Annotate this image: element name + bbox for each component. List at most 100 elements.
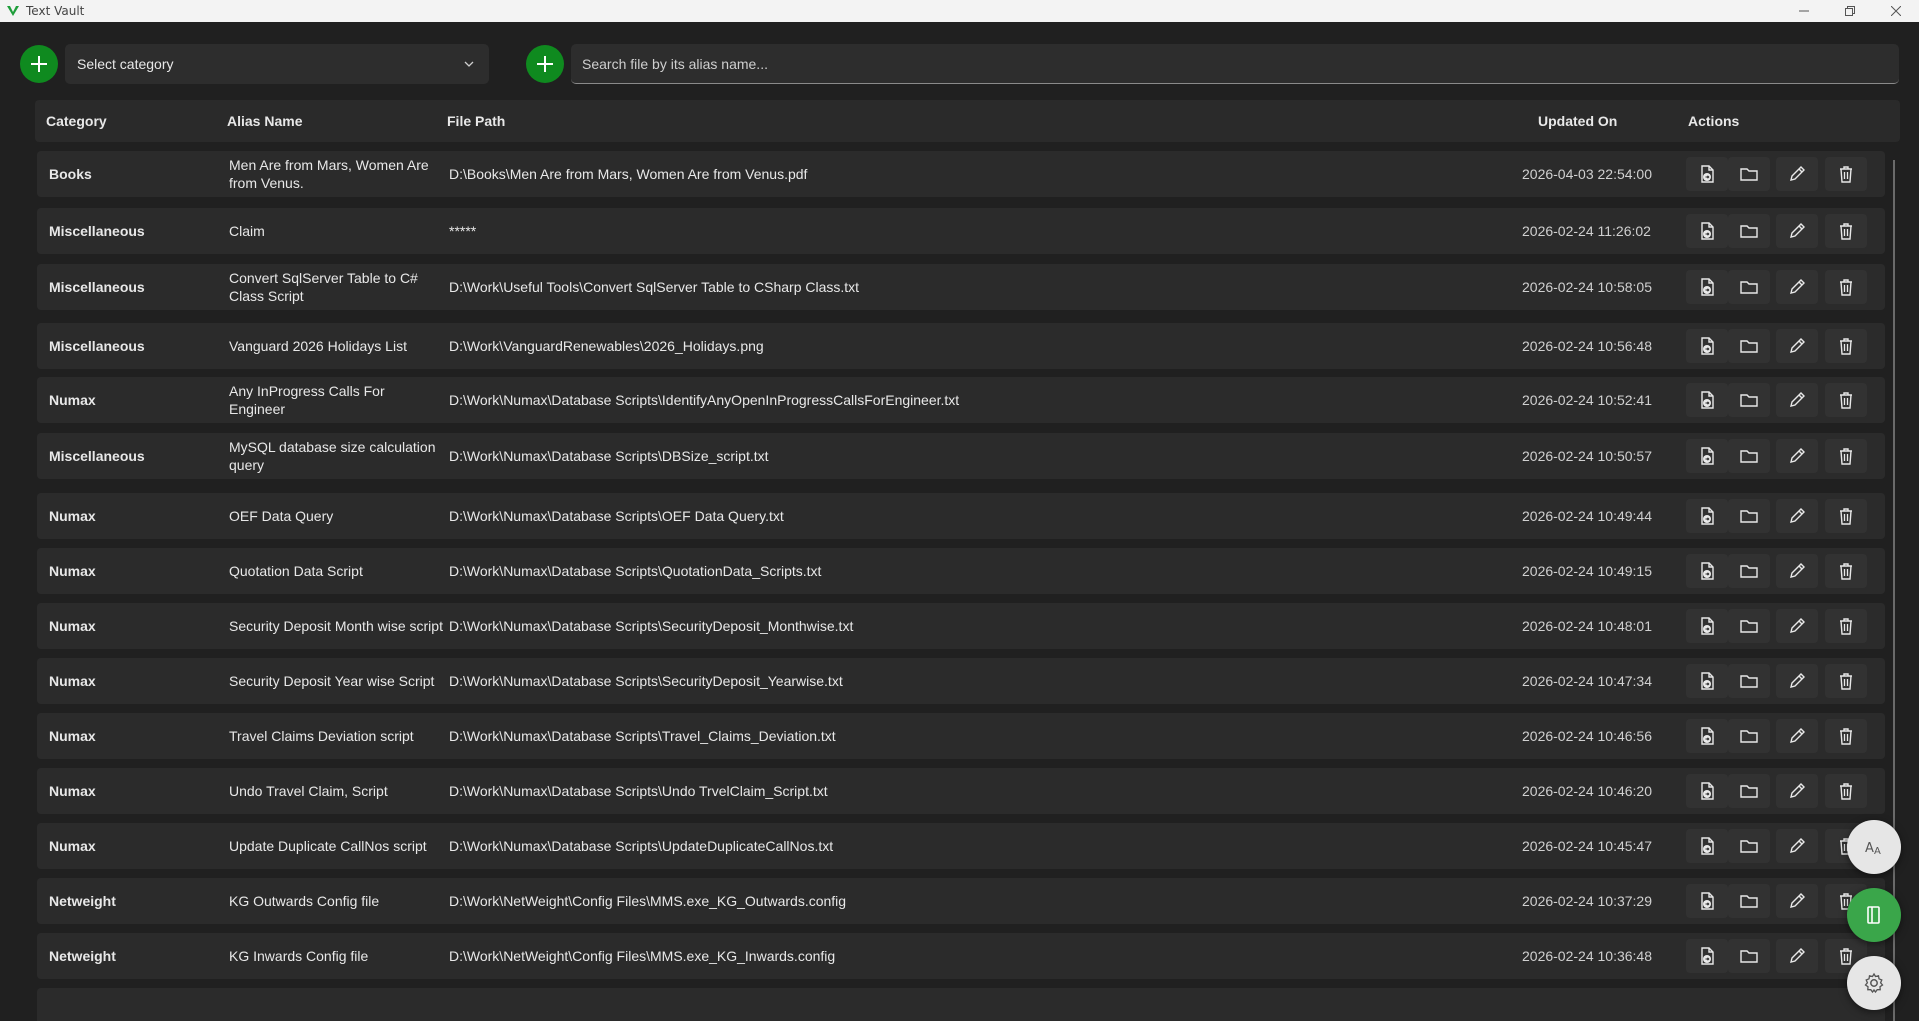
table-row[interactable]: Numax Undo Travel Claim, Script D:\Work\Nu…: [37, 768, 1885, 814]
open-folder-button[interactable]: [1728, 774, 1770, 808]
open-file-button[interactable]: [1686, 270, 1728, 304]
open-folder-icon: [1740, 394, 1758, 407]
category-select[interactable]: Select category: [65, 44, 489, 84]
header-updated-on: Updated On: [1538, 113, 1618, 129]
edit-button[interactable]: [1776, 270, 1818, 304]
open-file-button[interactable]: [1686, 884, 1728, 918]
open-file-button[interactable]: [1686, 439, 1728, 473]
edit-button[interactable]: [1776, 499, 1818, 533]
open-file-button[interactable]: [1686, 383, 1728, 417]
table-row[interactable]: Numax Security Deposit Year wise Script D:…: [37, 658, 1885, 704]
edit-button[interactable]: [1776, 383, 1818, 417]
open-file-button[interactable]: [1686, 719, 1728, 753]
edit-button[interactable]: [1776, 157, 1818, 191]
open-folder-button[interactable]: [1728, 884, 1770, 918]
delete-button[interactable]: [1825, 609, 1867, 643]
export-button[interactable]: [1847, 888, 1901, 942]
row-updated-on: 2026-02-24 10:37:29: [1522, 893, 1652, 909]
table-row[interactable]: Numax Security Deposit Month wise script D…: [37, 603, 1885, 649]
table-row[interactable]: Netweight KG Outwards Config file D:\Work\…: [37, 878, 1885, 924]
row-file-path: D:\Work\NetWeight\Config Files\MMS.exe_K…: [449, 948, 836, 964]
open-file-button[interactable]: [1686, 829, 1728, 863]
open-file-button[interactable]: [1686, 214, 1728, 248]
open-file-button[interactable]: [1686, 499, 1728, 533]
open-file-button[interactable]: [1686, 329, 1728, 363]
row-alias-name: Convert SqlServer Table to C# Class Scri…: [229, 270, 418, 304]
minimize-button[interactable]: [1781, 0, 1827, 22]
open-file-button[interactable]: [1686, 664, 1728, 698]
edit-button[interactable]: [1776, 829, 1818, 863]
row-category: Miscellaneous: [49, 448, 145, 464]
open-folder-button[interactable]: [1728, 664, 1770, 698]
open-folder-button[interactable]: [1728, 609, 1770, 643]
edit-button[interactable]: [1776, 329, 1818, 363]
edit-button[interactable]: [1776, 214, 1818, 248]
open-folder-button[interactable]: [1728, 719, 1770, 753]
delete-button[interactable]: [1825, 774, 1867, 808]
table-row[interactable]: Numax OEF Data Query D:\Work\Numax\Databas…: [37, 493, 1885, 539]
row-alias-name: Security Deposit Month wise script: [229, 618, 443, 634]
delete-icon: [1840, 563, 1852, 580]
open-folder-button[interactable]: [1728, 554, 1770, 588]
open-folder-button[interactable]: [1728, 329, 1770, 363]
open-file-button[interactable]: [1686, 774, 1728, 808]
open-folder-button[interactable]: [1728, 214, 1770, 248]
restore-button[interactable]: [1827, 0, 1873, 22]
open-folder-button[interactable]: [1728, 439, 1770, 473]
edit-button[interactable]: [1776, 884, 1818, 918]
row-alias-name: Security Deposit Year wise Script: [229, 673, 435, 689]
open-folder-button[interactable]: [1728, 499, 1770, 533]
delete-button[interactable]: [1825, 270, 1867, 304]
open-folder-button[interactable]: [1728, 270, 1770, 304]
table-row[interactable]: Numax Quotation Data Script D:\Work\Numax\…: [37, 548, 1885, 594]
table-row[interactable]: Miscellaneous Claim ***** 2026-02-24 11:26:…: [37, 208, 1885, 254]
delete-button[interactable]: [1825, 719, 1867, 753]
edit-button[interactable]: [1776, 664, 1818, 698]
table-row[interactable]: Miscellaneous Vanguard 2026 Holidays List…: [37, 323, 1885, 369]
close-button[interactable]: [1873, 0, 1919, 22]
row-updated-on: 2026-02-24 10:36:48: [1522, 948, 1652, 964]
add-category-button[interactable]: [20, 45, 58, 83]
open-file-button[interactable]: [1686, 554, 1728, 588]
delete-button[interactable]: [1825, 157, 1867, 191]
edit-button[interactable]: [1776, 609, 1818, 643]
table-row[interactable]: Miscellaneous MySQL database size calcula…: [37, 433, 1885, 479]
edit-button[interactable]: [1776, 719, 1818, 753]
table-row[interactable]: [37, 988, 1885, 1021]
delete-button[interactable]: [1825, 664, 1867, 698]
edit-button[interactable]: [1776, 439, 1818, 473]
delete-button[interactable]: [1825, 499, 1867, 533]
open-folder-button[interactable]: [1728, 383, 1770, 417]
table-row[interactable]: Numax Update Duplicate CallNos script D:\W…: [37, 823, 1885, 869]
table-row[interactable]: Netweight KG Inwards Config file D:\Work\N…: [37, 933, 1885, 979]
edit-button[interactable]: [1776, 774, 1818, 808]
delete-button[interactable]: [1825, 383, 1867, 417]
title-bar: Text Vault: [0, 0, 1919, 22]
open-folder-button[interactable]: [1728, 939, 1770, 973]
row-updated-on: 2026-02-24 10:45:47: [1522, 838, 1652, 854]
delete-button[interactable]: [1825, 439, 1867, 473]
table-row[interactable]: Books Men Are from Mars, Women Are from V…: [37, 151, 1885, 197]
table-row[interactable]: Numax Travel Claims Deviation script D:\Wo…: [37, 713, 1885, 759]
open-file-button[interactable]: [1686, 157, 1728, 191]
delete-button[interactable]: [1825, 329, 1867, 363]
row-category: Numax: [49, 673, 96, 689]
font-size-button[interactable]: A A: [1847, 820, 1901, 874]
edit-icon: [1790, 673, 1805, 688]
edit-icon: [1790, 618, 1805, 633]
add-file-button[interactable]: [526, 45, 564, 83]
table-row[interactable]: Miscellaneous Convert SqlServer Table to …: [37, 264, 1885, 310]
delete-button[interactable]: [1825, 554, 1867, 588]
search-input[interactable]: [582, 55, 1899, 72]
scrollbar[interactable]: [1893, 160, 1895, 1021]
row-category: Miscellaneous: [49, 279, 145, 295]
edit-button[interactable]: [1776, 554, 1818, 588]
edit-button[interactable]: [1776, 939, 1818, 973]
open-file-button[interactable]: [1686, 939, 1728, 973]
delete-button[interactable]: [1825, 214, 1867, 248]
open-folder-button[interactable]: [1728, 157, 1770, 191]
open-folder-button[interactable]: [1728, 829, 1770, 863]
table-row[interactable]: Numax Any InProgress Calls For Engineer D:…: [37, 377, 1885, 423]
open-file-button[interactable]: [1686, 609, 1728, 643]
settings-button[interactable]: [1847, 956, 1901, 1010]
